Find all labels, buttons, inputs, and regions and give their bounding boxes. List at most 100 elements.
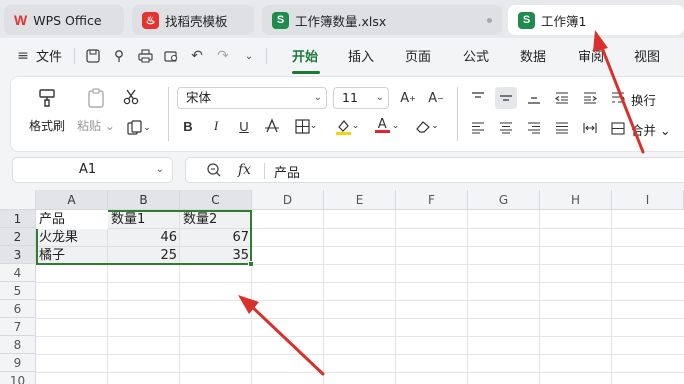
insert-function-fx-icon[interactable]: fx: [238, 162, 251, 178]
divider: [266, 48, 267, 64]
menu-home[interactable]: 开始: [292, 46, 318, 65]
column-header-c[interactable]: C: [180, 190, 252, 210]
divider: [457, 87, 458, 141]
align-left-icon[interactable]: [467, 117, 489, 139]
gridline: [467, 210, 468, 384]
cell-a3[interactable]: 橘子: [36, 247, 108, 265]
redo-icon[interactable]: ↷: [214, 47, 232, 65]
gridline: [36, 318, 684, 319]
align-bottom-icon[interactable]: [523, 87, 545, 109]
paste-label: 粘贴 ⌄: [77, 119, 115, 133]
font-size-select[interactable]: 11 ⌄: [333, 87, 389, 109]
row-header-8[interactable]: 8: [0, 336, 36, 354]
cell-b2[interactable]: 46: [108, 229, 180, 247]
align-top-icon[interactable]: [467, 87, 489, 109]
wps-logo-icon: W: [14, 12, 28, 28]
menu-insert[interactable]: 插入: [348, 46, 374, 65]
cell-a2[interactable]: 火龙果: [36, 229, 108, 247]
strikethrough-a-icon[interactable]: [261, 115, 283, 137]
align-right-icon[interactable]: [523, 117, 545, 139]
hamburger-menu-icon[interactable]: ≡: [14, 47, 32, 65]
gridline: [36, 354, 684, 355]
print-icon[interactable]: [136, 47, 154, 65]
increase-font-icon[interactable]: A +: [397, 87, 419, 109]
print-preview-icon[interactable]: [162, 47, 180, 65]
justify-icon[interactable]: [551, 117, 573, 139]
eraser-icon[interactable]: ⌄: [411, 115, 443, 137]
merge-cells-label[interactable]: 合并 ⌄: [631, 120, 670, 139]
menu-formula[interactable]: 公式: [463, 46, 489, 65]
ribbon-toolbar: 格式刷 粘贴 ⌄ ⌄ 宋体 ⌄ 11 ⌄ A + A − B I U ⌄ ⌄ A…: [10, 76, 684, 152]
chevron-down-icon: ⌄: [313, 92, 322, 103]
align-center-icon[interactable]: [495, 117, 517, 139]
bold-button[interactable]: B: [177, 115, 199, 137]
docer-icon: ♨: [142, 11, 159, 29]
formula-input[interactable]: 产品: [274, 162, 300, 181]
increase-indent-icon[interactable]: [579, 87, 601, 109]
borders-icon[interactable]: ⌄: [291, 115, 321, 137]
save-icon[interactable]: [84, 47, 102, 65]
align-middle-icon[interactable]: [495, 87, 517, 109]
cell-b3[interactable]: 25: [108, 247, 180, 265]
cell-c3[interactable]: 35: [180, 247, 252, 265]
column-header-f[interactable]: F: [396, 190, 468, 210]
row-header-5[interactable]: 5: [0, 282, 36, 300]
tab-wps-office[interactable]: W WPS Office: [4, 5, 124, 35]
font-color-icon[interactable]: A ⌄: [371, 115, 403, 137]
row-header-10[interactable]: 10: [0, 372, 36, 384]
row-header-6[interactable]: 6: [0, 300, 36, 318]
menu-page[interactable]: 页面: [405, 46, 431, 65]
format-painter-label: 格式刷: [29, 119, 66, 133]
paste-button[interactable]: 粘贴 ⌄: [77, 87, 115, 134]
format-painter-button[interactable]: 格式刷: [29, 87, 65, 134]
active-tab-underline: [292, 71, 320, 74]
row-header-3[interactable]: 3: [0, 246, 36, 264]
decrease-font-icon[interactable]: A −: [425, 87, 447, 109]
column-header-i[interactable]: I: [612, 190, 684, 210]
row-header-1[interactable]: 1: [0, 210, 36, 228]
cell-c2[interactable]: 67: [180, 229, 252, 247]
column-header-b[interactable]: B: [108, 190, 180, 210]
tab-workbook1[interactable]: S 工作簿1: [508, 5, 684, 35]
share-icon[interactable]: [110, 47, 128, 65]
cell-b1[interactable]: 数量1: [108, 211, 180, 229]
row-header-7[interactable]: 7: [0, 318, 36, 336]
menu-review[interactable]: 审阅: [578, 46, 604, 65]
cut-scissors-icon[interactable]: [120, 86, 142, 108]
column-header-g[interactable]: G: [468, 190, 540, 210]
row-header-4[interactable]: 4: [0, 264, 36, 282]
menu-data[interactable]: 数据: [520, 46, 546, 65]
tab-label: WPS Office: [33, 12, 102, 28]
font-name-select[interactable]: 宋体 ⌄: [177, 87, 327, 109]
column-header-e[interactable]: E: [324, 190, 396, 210]
name-box[interactable]: A1 ⌄: [12, 157, 173, 183]
fill-color-icon[interactable]: ⌄: [331, 115, 363, 137]
undo-icon[interactable]: ↶: [188, 47, 206, 65]
zoom-search-icon[interactable]: [206, 162, 222, 181]
row-header-9[interactable]: 9: [0, 354, 36, 372]
chevron-down-icon[interactable]: ⌄: [240, 47, 258, 65]
underline-button[interactable]: U: [233, 115, 255, 137]
column-header-h[interactable]: H: [540, 190, 612, 210]
decrease-indent-icon[interactable]: [551, 87, 573, 109]
wrap-text-label[interactable]: 换行: [631, 90, 656, 109]
tab-workbook-quantity[interactable]: S 工作簿数量.xlsx: [262, 5, 502, 35]
copy-icon[interactable]: ⌄: [123, 117, 155, 139]
menu-bar: ≡ 文件 ↶ ↷ ⌄ 开始 插入 页面 公式 数据 审阅 视图: [0, 38, 684, 74]
wrap-text-icon[interactable]: [607, 87, 629, 109]
italic-button[interactable]: I: [205, 115, 227, 137]
tab-docer-templates[interactable]: ♨ 找稻壳模板: [132, 5, 254, 35]
spreadsheet-grid[interactable]: A B C D E F G H I 1 2 3 4 5 6 7 8 9 10 产…: [0, 190, 684, 384]
merge-cells-icon[interactable]: [607, 117, 629, 139]
column-header-d[interactable]: D: [252, 190, 324, 210]
distributed-align-icon[interactable]: [579, 117, 601, 139]
cell-c1[interactable]: 数量2: [180, 211, 252, 229]
column-header-a[interactable]: A: [36, 190, 108, 210]
menu-view[interactable]: 视图: [634, 46, 660, 65]
cell-a1[interactable]: 产品: [36, 211, 108, 229]
row-header-2[interactable]: 2: [0, 228, 36, 246]
divider: [168, 87, 169, 141]
select-all-corner[interactable]: [0, 190, 36, 210]
gridline: [36, 300, 684, 301]
menu-file[interactable]: 文件: [36, 46, 62, 65]
